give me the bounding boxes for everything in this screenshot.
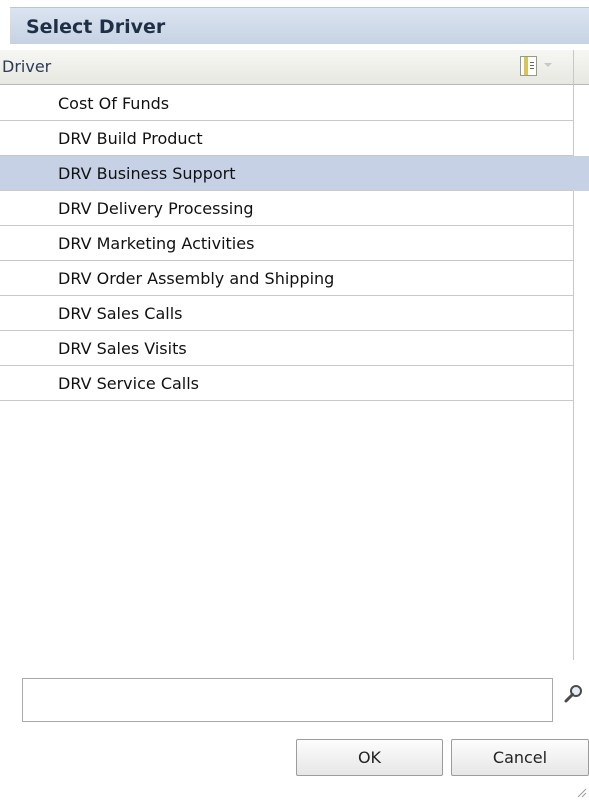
table-row[interactable]: DRV Sales Visits	[0, 331, 573, 366]
table-row-selected[interactable]: DRV Business Support	[0, 156, 589, 191]
table-row[interactable]: DRV Build Product	[0, 121, 573, 156]
table-row[interactable]: DRV Service Calls	[0, 366, 573, 401]
row-label: DRV Sales Calls	[58, 304, 183, 323]
table-row[interactable]: Cost Of Funds	[0, 86, 573, 121]
table-row[interactable]: DRV Marketing Activities	[0, 226, 573, 261]
dialog-title: Select Driver	[26, 16, 166, 38]
table-row[interactable]: DRV Order Assembly and Shipping	[0, 261, 573, 296]
row-label: DRV Delivery Processing	[58, 199, 254, 218]
column-chooser-icon	[520, 56, 537, 76]
search-icon[interactable]	[562, 682, 586, 706]
column-header-driver[interactable]: Driver	[2, 57, 51, 76]
selection-highlight	[573, 156, 589, 191]
table-row[interactable]: DRV Sales Calls	[0, 296, 573, 331]
row-label: DRV Order Assembly and Shipping	[58, 269, 335, 288]
cancel-button[interactable]: Cancel	[451, 739, 589, 776]
row-label: Cost Of Funds	[58, 94, 170, 113]
column-divider	[573, 50, 574, 660]
row-label: DRV Marketing Activities	[58, 234, 255, 253]
table-header: Driver	[0, 50, 589, 85]
search-input[interactable]	[22, 678, 553, 722]
row-label: DRV Sales Visits	[58, 339, 187, 358]
dialog-title-bar: Select Driver	[10, 7, 589, 44]
chevron-down-icon	[544, 63, 552, 67]
row-label: DRV Business Support	[58, 164, 236, 183]
table-row[interactable]: DRV Delivery Processing	[0, 191, 573, 226]
column-menu-icon[interactable]	[520, 56, 560, 78]
row-label: DRV Service Calls	[58, 374, 200, 393]
resize-grip-icon[interactable]	[575, 783, 587, 798]
row-label: DRV Build Product	[58, 129, 203, 148]
driver-list: Cost Of Funds DRV Build Product DRV Busi…	[0, 86, 589, 401]
ok-button[interactable]: OK	[296, 739, 443, 776]
